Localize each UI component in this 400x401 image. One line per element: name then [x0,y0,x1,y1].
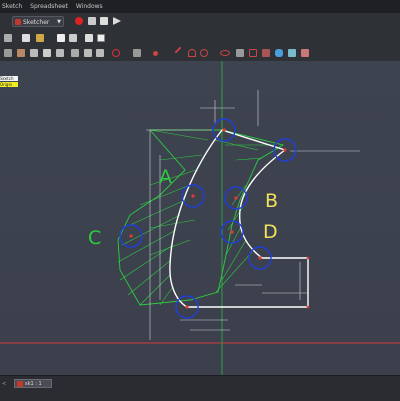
menu-item-windows[interactable]: Windows [76,3,103,10]
document-tab[interactable]: sk1 : 1 [14,379,52,388]
macro-editor-icon[interactable] [100,17,108,25]
menu-bar: Sketch Spreadsheet Windows [0,0,400,13]
pencil-icon[interactable] [17,49,25,57]
workbench-label: Sketcher [23,19,50,26]
nav-back[interactable]: < [2,381,6,387]
stop-macro-icon[interactable] [88,17,96,25]
open-folder-icon[interactable] [36,34,44,42]
polyline-icon[interactable] [236,49,244,57]
label-c: C [88,227,101,249]
trim-icon[interactable] [301,49,309,57]
polygon-icon[interactable] [262,49,270,57]
reorient-icon[interactable] [84,49,92,57]
export-icon[interactable] [69,34,77,42]
sketcher-toolbar [0,45,400,62]
menu-item-sketch[interactable]: Sketch [2,3,22,10]
sketch-tool-icon[interactable] [4,34,12,42]
vertex-points [129,128,310,309]
sketch-canvas[interactable]: A B C D [0,61,400,375]
arc-icon[interactable] [188,49,196,57]
main-toolbar: Sketcher ▼ [0,13,400,32]
validate-icon[interactable] [96,49,104,57]
wrench-icon[interactable] [4,49,12,57]
curvature-comb [117,129,285,306]
circle-icon[interactable] [200,49,208,57]
line-icon[interactable] [174,46,182,54]
status-bar: < sk1 : 1 [0,375,400,401]
workbench-selector[interactable]: Sketcher ▼ [12,16,64,27]
menu-item-spreadsheet[interactable]: Spreadsheet [30,3,68,10]
record-macro-icon[interactable] [75,17,83,25]
play-macro-icon[interactable] [113,17,121,25]
sketch-viewport[interactable]: Sketch Origin A B C D [0,61,400,375]
fillet-icon[interactable] [288,49,296,57]
label-b: B [265,190,278,212]
attach-icon[interactable] [30,49,38,57]
save-icon[interactable] [57,34,65,42]
label-d: D [263,221,278,243]
point-icon[interactable] [153,51,158,56]
new-file-icon[interactable] [22,34,30,42]
sketch-map-icon[interactable] [71,49,79,57]
sketcher-workbench-icon [15,19,21,25]
view-section-icon[interactable] [56,49,64,57]
view-sketch-icon[interactable] [43,49,51,57]
rectangle-icon[interactable] [249,49,257,57]
view-toolbar [0,31,400,46]
document-icon [17,381,23,387]
page-icon[interactable] [85,34,93,42]
label-a: A [159,166,172,188]
merge-icon[interactable] [133,49,141,57]
slot-icon[interactable] [275,49,283,57]
target-icon[interactable] [112,49,120,57]
document-tab-label: sk1 : 1 [25,381,42,387]
chevron-down-icon: ▼ [57,19,61,25]
checkbox-icon[interactable] [97,34,105,42]
ellipse-icon[interactable] [220,50,230,56]
